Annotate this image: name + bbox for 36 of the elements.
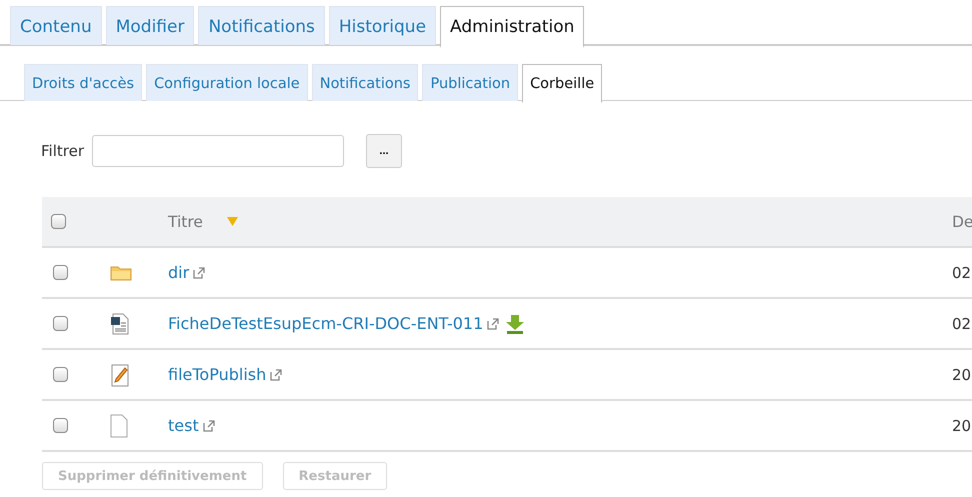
tab[interactable]: Notifications	[198, 6, 325, 45]
table-cell: 20	[952, 366, 972, 384]
filter-label: Filtrer	[41, 142, 84, 160]
tab[interactable]: Historique	[328, 6, 436, 45]
title-link[interactable]: dir	[168, 263, 190, 282]
column-header[interactable]: Titre	[168, 212, 203, 230]
document-icon	[110, 312, 130, 334]
title-link[interactable]: FicheDeTestEsupEcm-CRI-DOC-ENT-011	[168, 314, 484, 333]
external-link-icon[interactable]	[487, 318, 502, 330]
pencil-note-icon	[110, 362, 130, 386]
row-checkbox[interactable]	[53, 265, 68, 280]
title-link[interactable]: fileToPublish	[168, 365, 266, 384]
table-cell: 02	[952, 315, 972, 333]
subtab[interactable]: Droits d'accès	[24, 64, 142, 101]
row-checkbox[interactable]	[53, 367, 68, 382]
subtab[interactable]: Configuration locale	[146, 64, 308, 101]
subtab[interactable]: Corbeille	[522, 64, 602, 103]
title-link[interactable]: test	[168, 416, 199, 435]
subtab[interactable]: Notifications	[312, 64, 418, 101]
external-link-icon[interactable]	[270, 368, 284, 380]
tab[interactable]: Contenu	[10, 6, 102, 45]
row-checkbox[interactable]	[53, 316, 68, 331]
row-checkbox[interactable]	[53, 418, 68, 433]
tab[interactable]: Modifier	[106, 6, 194, 45]
select-all-checkbox[interactable]	[51, 214, 66, 229]
subtab[interactable]: Publication	[422, 64, 518, 101]
blank-file-icon	[110, 414, 128, 438]
external-link-icon[interactable]	[202, 420, 217, 432]
external-link-icon[interactable]	[193, 266, 208, 278]
tab[interactable]: Administration	[440, 6, 584, 48]
more-button[interactable]: ...	[366, 134, 402, 168]
folder-icon	[110, 264, 132, 280]
download-icon[interactable]	[505, 314, 526, 334]
table-cell: 20	[952, 417, 972, 435]
table-cell: 02	[952, 264, 972, 282]
filter-field[interactable]	[92, 135, 344, 167]
